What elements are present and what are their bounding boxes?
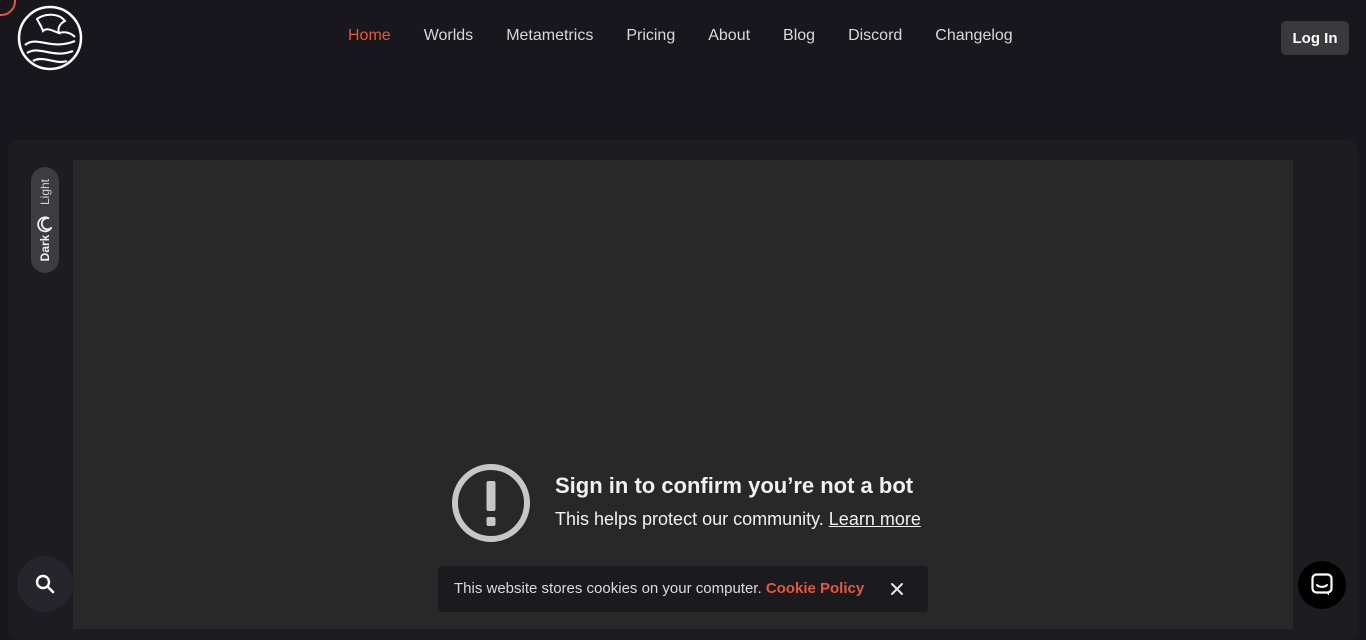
nav-about[interactable]: About [708, 26, 750, 46]
bot-check-subtitle: This helps protect our community. Learn … [555, 509, 921, 530]
site-header: Home Worlds Metametrics Pricing About Bl… [0, 0, 1366, 80]
dragon-logo-icon[interactable] [17, 5, 83, 71]
nav-pricing[interactable]: Pricing [626, 26, 675, 46]
exclamation-circle-icon [452, 464, 530, 542]
nav-blog[interactable]: Blog [783, 26, 815, 46]
theme-light-label[interactable]: Light [38, 179, 52, 205]
close-icon[interactable] [889, 581, 905, 597]
nav-changelog[interactable]: Changelog [935, 26, 1012, 46]
cookie-message-text: This website stores cookies on your comp… [454, 580, 762, 597]
cookie-message: This website stores cookies on your comp… [454, 580, 864, 597]
search-icon [35, 574, 55, 594]
theme-toggle[interactable]: Light Dark [31, 167, 59, 273]
theme-dark-label[interactable]: Dark [38, 235, 52, 262]
cookie-banner: This website stores cookies on your comp… [438, 566, 928, 612]
video-embed[interactable] [73, 160, 1293, 629]
nav-home[interactable]: Home [348, 26, 391, 46]
login-button[interactable]: Log In [1281, 21, 1349, 55]
learn-more-link[interactable]: Learn more [829, 509, 921, 529]
main-nav: Home Worlds Metametrics Pricing About Bl… [348, 26, 1046, 46]
search-button[interactable] [17, 556, 73, 612]
cookie-policy-link[interactable]: Cookie Policy [766, 580, 864, 597]
chat-button[interactable] [1298, 561, 1346, 609]
bot-check-subtitle-text: This helps protect our community. [555, 509, 824, 529]
bot-check-title: Sign in to confirm you’re not a bot [555, 473, 914, 498]
moon-icon [37, 216, 53, 233]
corner-badge-icon [0, 0, 16, 16]
chat-icon [1311, 573, 1333, 596]
nav-worlds[interactable]: Worlds [424, 26, 474, 46]
nav-metametrics[interactable]: Metametrics [506, 26, 593, 46]
nav-discord[interactable]: Discord [848, 26, 902, 46]
